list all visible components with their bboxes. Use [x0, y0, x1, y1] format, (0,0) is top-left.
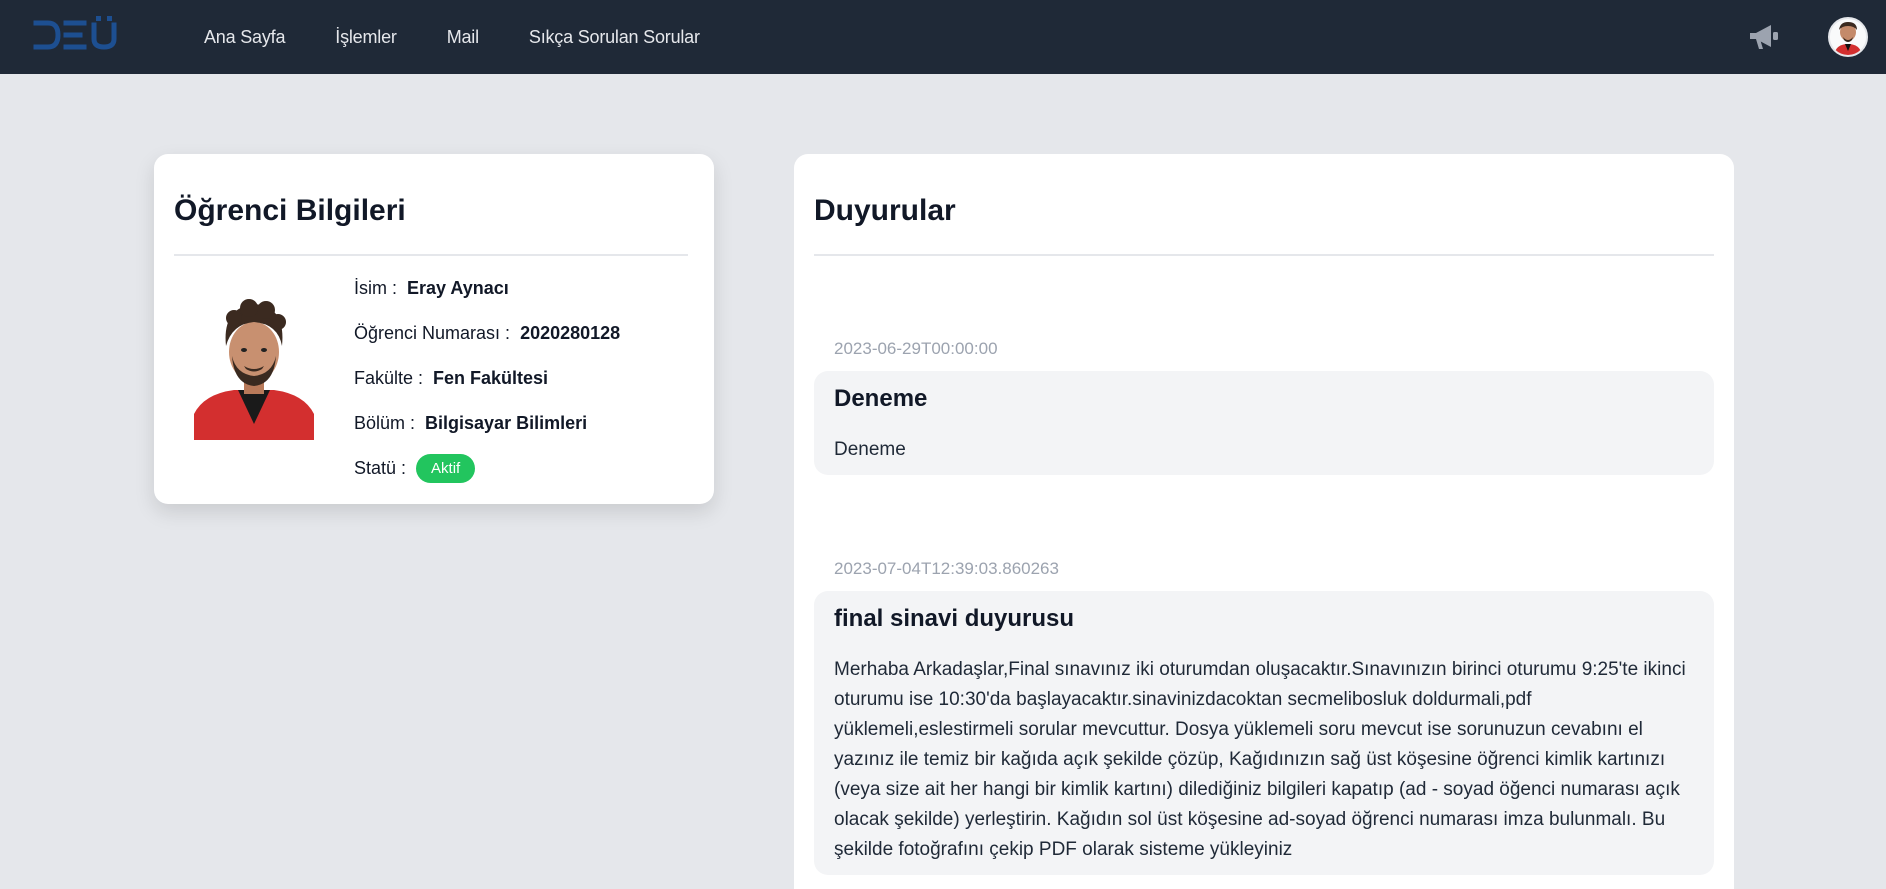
- announcement-body: Deneme: [834, 439, 906, 460]
- info-label: Bölüm :: [354, 413, 416, 433]
- user-avatar[interactable]: [1828, 17, 1868, 57]
- top-navbar: Ana Sayfa İşlemler Mail Sıkça Sorulan So…: [0, 0, 1886, 74]
- info-label: Öğrenci Numarası :: [354, 323, 511, 343]
- info-value-department: Bilgisayar Bilimleri: [425, 413, 588, 433]
- student-info-title: Öğrenci Bilgileri: [174, 194, 406, 227]
- main-nav: Ana Sayfa İşlemler Mail Sıkça Sorulan So…: [204, 0, 750, 74]
- nav-link-home[interactable]: Ana Sayfa: [204, 27, 285, 48]
- deu-logo-icon: [33, 16, 117, 50]
- announcement-item: Deneme Deneme: [814, 371, 1714, 475]
- nav-link-mail[interactable]: Mail: [447, 27, 479, 48]
- status-badge: Aktif: [416, 454, 476, 483]
- info-value-faculty: Fen Fakültesi: [433, 368, 549, 388]
- nav-link-faq[interactable]: Sıkça Sorulan Sorular: [529, 27, 700, 48]
- info-row-status: Statü : Aktif: [354, 454, 476, 483]
- announcement-title: Deneme: [834, 385, 928, 412]
- info-label: İsim :: [354, 278, 397, 298]
- nav-actions: [1746, 0, 1868, 74]
- divider: [814, 254, 1714, 256]
- info-row-name: İsim : Eray Aynacı: [354, 278, 509, 299]
- user-avatar-image: [1830, 19, 1866, 55]
- announcements-title: Duyurular: [814, 194, 956, 227]
- info-row-faculty: Fakülte : Fen Fakültesi: [354, 368, 548, 389]
- student-info-card: Öğrenci Bilgileri İsim : Eray Aynacı Öğr…: [154, 154, 714, 504]
- deu-logo[interactable]: [32, 14, 122, 56]
- info-row-student-number: Öğrenci Numarası : 2020280128: [354, 323, 620, 344]
- info-label: Fakülte :: [354, 368, 424, 388]
- announcement-date: 2023-07-04T12:39:03.860263: [834, 559, 1059, 578]
- nav-link-operations[interactable]: İşlemler: [335, 27, 397, 48]
- info-value-student-number: 2020280128: [520, 323, 621, 343]
- student-photo: [194, 294, 314, 440]
- announcements-card: Duyurular 2023-06-29T00:00:00 Deneme Den…: [794, 154, 1734, 889]
- divider: [174, 254, 688, 256]
- info-label: Statü :: [354, 458, 407, 478]
- announcement-date: 2023-06-29T00:00:00: [834, 339, 998, 358]
- announcement-title: final sinavi duyurusu: [834, 605, 1075, 632]
- info-row-department: Bölüm : Bilgisayar Bilimleri: [354, 413, 587, 434]
- info-value-name: Eray Aynacı: [407, 278, 509, 298]
- announcement-body: Merhaba Arkadaşlar,Final sınavınız iki o…: [834, 659, 1686, 860]
- announcement-item: final sinavi duyurusu Merhaba Arkadaşlar…: [814, 591, 1714, 875]
- megaphone-icon[interactable]: [1746, 19, 1782, 55]
